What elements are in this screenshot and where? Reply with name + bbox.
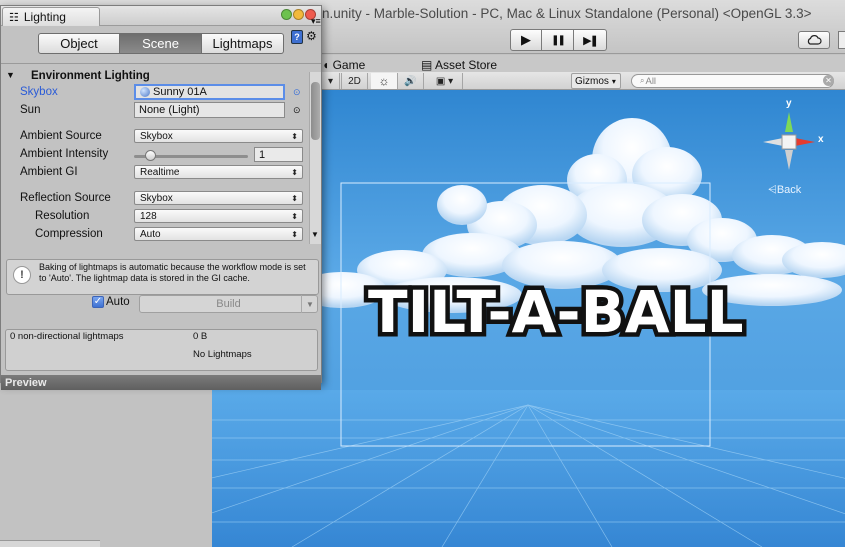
ambient-gi-dropdown[interactable]: Realtime ⬍ [134, 165, 303, 179]
environment-lighting-header[interactable]: Environment Lighting [31, 70, 150, 82]
lightmap-size: 0 B [193, 331, 208, 342]
play-button[interactable]: ▶ [510, 29, 542, 51]
foldout-arrow-icon[interactable]: ▼ [6, 70, 15, 80]
compression-label: Compression [35, 228, 103, 240]
sun-field[interactable]: None (Light) [134, 102, 285, 118]
ambient-source-dropdown[interactable]: Skybox ⬍ [134, 129, 303, 143]
game-icon: ◖ [322, 58, 333, 72]
ambient-source-label: Ambient Source [20, 130, 102, 142]
lightmap-status: No Lightmaps [193, 349, 252, 360]
cloud-icon [807, 35, 822, 45]
game-logo: TILT-A-BALL [364, 274, 749, 351]
sun-icon: ☼ [378, 74, 390, 88]
gizmo-x-label: x [818, 134, 824, 145]
search-placeholder: All [645, 75, 657, 87]
lighting-toggle[interactable]: ☼ [371, 73, 398, 89]
auto-checkbox[interactable]: ✓ [92, 296, 104, 308]
ambient-intensity-slider-thumb[interactable] [145, 150, 156, 161]
resolution-dropdown[interactable]: 128 ⬍ [134, 209, 303, 223]
play-icon: ▶ [521, 32, 531, 47]
updown-arrow-icon: ⬍ [291, 194, 298, 203]
divider [301, 295, 302, 313]
lighting-menu-icon: ☷ [9, 11, 19, 24]
chevron-down-icon: ▾ [327, 75, 334, 87]
pause-button[interactable]: ❚❚ [542, 29, 574, 51]
pause-icon: ❚❚ [551, 34, 566, 46]
chevron-down-icon: ▾ [611, 76, 616, 86]
audio-toggle[interactable]: 🔊 [398, 73, 424, 89]
ambient-gi-label: Ambient GI [20, 166, 78, 178]
preview-header[interactable]: Preview [1, 375, 321, 390]
window-title: n.unity - Marble-Solution - PC, Mac & Li… [322, 6, 812, 21]
image-icon: ▣ ▾ [435, 75, 454, 87]
updown-arrow-icon: ⬍ [291, 230, 298, 239]
tab-game[interactable]: ◖ Game [322, 58, 365, 72]
lightmap-count: 0 non-directional lightmaps [10, 331, 124, 342]
gizmos-dropdown[interactable]: Gizmos ▾ [571, 73, 621, 89]
cloud-button[interactable] [798, 31, 830, 49]
object-picker-icon[interactable]: ⊙ [293, 87, 301, 98]
compression-dropdown[interactable]: Auto ⬍ [134, 227, 303, 241]
ambient-intensity-input[interactable]: 1 [254, 147, 303, 162]
speaker-icon: 🔊 [404, 75, 417, 87]
lighting-window: ☷ Lighting ▾≡ Object Scene Lightmaps ? ⚙… [0, 5, 322, 390]
draw-mode-dropdown[interactable]: ▾ [322, 73, 340, 89]
gizmo-y-label: y [786, 98, 792, 109]
scrollbar-thumb[interactable] [311, 82, 320, 140]
mode-2d-toggle[interactable]: 2D [341, 73, 368, 89]
tab-asset-store-label: Asset Store [435, 58, 498, 72]
resolution-label: Resolution [35, 210, 90, 222]
ambient-intensity-label: Ambient Intensity [20, 148, 109, 160]
tab-lighting[interactable]: ☷ Lighting [2, 7, 100, 26]
gizmo-back-label[interactable]: ⩤Back [768, 184, 801, 197]
step-icon: ▶❚ [583, 34, 599, 47]
bottom-tab[interactable] [0, 540, 100, 547]
tab-game-label: Game [332, 58, 366, 72]
info-text: Baking of lightmaps is automatic because… [39, 262, 306, 283]
object-picker-icon[interactable]: ⊙ [293, 105, 301, 116]
account-button[interactable] [838, 31, 845, 49]
window-menu-icon[interactable]: ▾≡ [311, 16, 321, 27]
help-book-icon[interactable]: ? [291, 30, 303, 44]
scroll-down-icon[interactable]: ▼ [311, 230, 319, 239]
search-clear-button[interactable]: ✕ [823, 75, 834, 86]
lighting-tab-label: Lighting [23, 10, 66, 24]
minimize-window-button[interactable] [293, 9, 304, 20]
store-icon: ▤ [421, 58, 436, 72]
tab-asset-store[interactable]: ▤ Asset Store [421, 58, 497, 72]
build-button[interactable]: Build [139, 295, 318, 313]
gear-icon[interactable]: ⚙ [306, 29, 317, 43]
sun-label: Sun [20, 104, 41, 116]
hierarchy-area [0, 380, 212, 547]
segment-object[interactable]: Object [38, 33, 120, 54]
updown-arrow-icon: ⬍ [291, 212, 298, 221]
maximize-window-button[interactable] [281, 9, 292, 20]
search-icon: ⌕ [640, 76, 645, 85]
segment-scene[interactable]: Scene [120, 33, 202, 54]
updown-arrow-icon: ⬍ [291, 168, 298, 177]
gizmos-label: Gizmos [575, 75, 609, 87]
info-icon: ! [13, 266, 31, 284]
search-input[interactable]: ⌕ All [631, 74, 834, 88]
updown-arrow-icon: ⬍ [291, 132, 298, 141]
skybox-label: Skybox [20, 86, 58, 98]
reflection-source-dropdown[interactable]: Skybox ⬍ [134, 191, 303, 205]
auto-label: Auto [106, 296, 130, 308]
material-sphere-icon [140, 87, 150, 97]
segment-lightmaps[interactable]: Lightmaps [202, 33, 284, 54]
mode-2d-label: 2D [348, 75, 361, 87]
tab-row [320, 55, 845, 72]
divider [1, 63, 321, 64]
skybox-field[interactable]: Sunny 01A [134, 84, 285, 100]
chevron-down-icon[interactable]: ▼ [306, 300, 314, 309]
reflection-source-label: Reflection Source [20, 192, 111, 204]
step-button[interactable]: ▶❚ [574, 29, 607, 51]
effects-dropdown[interactable]: ▣ ▾ [427, 73, 463, 89]
back-arrow-icon: ⩤ [768, 184, 777, 196]
